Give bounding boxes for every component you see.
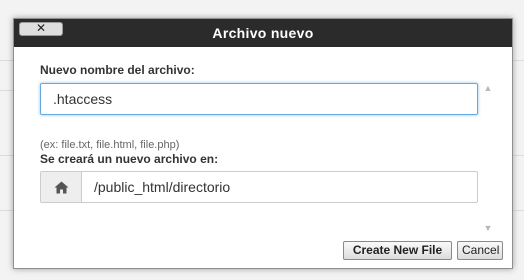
- home-icon: [54, 181, 68, 193]
- create-new-file-button[interactable]: Create New File: [343, 241, 452, 260]
- new-file-dialog: ✕ Archivo nuevo Nuevo nombre del archivo…: [13, 18, 513, 269]
- background-divider: [513, 155, 524, 156]
- filename-input[interactable]: [40, 83, 478, 115]
- location-field: /public_html/directorio: [40, 171, 478, 203]
- filename-label: Nuevo nombre del archivo:: [40, 63, 195, 77]
- home-button[interactable]: [41, 172, 82, 202]
- dialog-body: Nuevo nombre del archivo: (ex: file.txt,…: [14, 47, 512, 236]
- dialog-footer: Create New File Cancel: [14, 234, 512, 268]
- background-divider: [0, 210, 13, 211]
- location-label: Se creará un nuevo archivo en:: [40, 152, 219, 166]
- dialog-title: Archivo nuevo: [212, 25, 314, 41]
- dialog-titlebar: ✕ Archivo nuevo: [14, 19, 512, 47]
- location-path: /public_html/directorio: [94, 179, 231, 195]
- body-scrollbar[interactable]: ▲ ▼: [481, 81, 495, 235]
- background-divider: [0, 90, 13, 91]
- cancel-button[interactable]: Cancel: [457, 241, 503, 260]
- filename-hint: (ex: file.txt, file.html, file.php): [40, 139, 180, 151]
- background-divider: [513, 60, 524, 61]
- scroll-up-icon[interactable]: ▲: [483, 83, 493, 93]
- background-divider: [0, 60, 13, 61]
- scroll-down-icon[interactable]: ▼: [483, 223, 493, 233]
- background-divider: [513, 210, 524, 211]
- background-divider: [0, 155, 13, 156]
